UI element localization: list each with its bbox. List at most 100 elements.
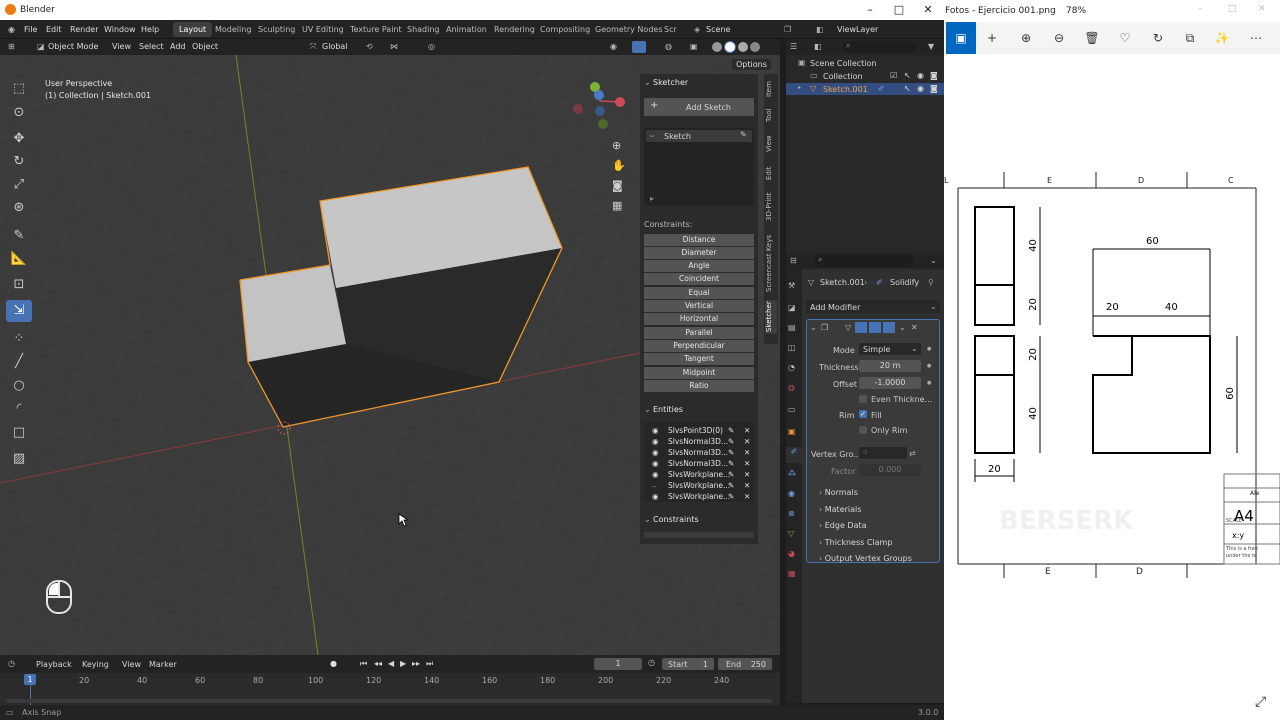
properties-editor-icon[interactable]: ⊟ [790, 256, 797, 265]
midpoint-constraint-button[interactable]: Midpoint [644, 367, 754, 379]
remove-modifier-icon[interactable]: ✕ [911, 323, 918, 332]
expand-arrow-icon[interactable]: ▸ [798, 84, 801, 91]
outliner-row-collection[interactable]: ▭ Collection ☑ ↖ ◉ ◙ [786, 70, 944, 82]
horizontal-constraint-button[interactable]: Horizontal [644, 313, 754, 325]
options-dropdown[interactable]: Options [732, 59, 771, 70]
rotate-tool-icon[interactable]: ↻ [6, 151, 32, 173]
menu-edit[interactable]: Edit [46, 25, 62, 34]
overlay-icon[interactable]: ◍ [665, 42, 672, 51]
minimize-button[interactable]: – [1198, 4, 1203, 14]
pivot-icon[interactable]: ⟲ [366, 42, 373, 51]
close-button[interactable]: ✕ [918, 2, 938, 18]
even-thickness-checkbox[interactable] [859, 395, 867, 403]
tab-screencast-keys[interactable]: Screencast Keys [765, 230, 777, 296]
viewport-menu-view[interactable]: View [112, 42, 131, 51]
entity-row[interactable]: ◉ SlvsNormal3D... ✎ ✕ [652, 448, 758, 458]
cursor-tool-icon[interactable]: ⊙ [6, 102, 32, 124]
constraints-tab-icon[interactable]: ⊗ [788, 509, 795, 518]
subpanel-normals[interactable]: › Normals [819, 488, 939, 500]
eye-icon[interactable]: ◉ [652, 426, 659, 435]
tool-tab-icon[interactable]: ⚒ [788, 281, 795, 290]
more-icon[interactable]: ⋯ [1248, 30, 1264, 46]
ortho-toggle-icon[interactable]: ▦ [612, 199, 622, 212]
tab-3d-print[interactable]: 3D-Print [765, 190, 777, 224]
editor-type-icon[interactable]: ⊞ [8, 42, 15, 51]
viewport-toggle-icon[interactable] [869, 322, 881, 333]
outliner-search-input[interactable]: ⌕ [842, 41, 916, 53]
properties-search-input[interactable]: ⌕ [814, 255, 914, 267]
object-mode-dropdown[interactable]: Object Mode [48, 42, 98, 51]
delete-icon[interactable]: 🗑 [1084, 30, 1100, 46]
gizmo-toggle-button[interactable] [632, 41, 646, 53]
entity-row[interactable]: ◉ SlvsPoint3D(0) ✎ ✕ [652, 426, 758, 436]
checkbox-icon[interactable]: ☑ [890, 71, 897, 80]
edit-icon[interactable]: ✎ [728, 459, 734, 468]
tab-modeling[interactable]: Modeling [209, 22, 257, 37]
select-arrow-icon[interactable]: ↖ [904, 71, 911, 80]
delete-icon[interactable]: ✕ [744, 459, 750, 468]
eye-icon[interactable]: ◉ [917, 84, 924, 93]
tab-geometry-nodes[interactable]: Geometry Nodes [589, 22, 668, 37]
subpanel-edge-data[interactable]: › Edge Data [819, 521, 939, 533]
delete-icon[interactable]: ✕ [744, 470, 750, 479]
eye-icon[interactable]: ◉ [652, 459, 659, 468]
tab-rendering[interactable]: Rendering [488, 22, 541, 37]
zoom-out-icon[interactable]: ⊖ [1051, 30, 1067, 46]
world-tab-icon[interactable]: ◍ [788, 383, 795, 392]
fill-checkbox[interactable]: ✓ [859, 410, 867, 418]
entity-row[interactable]: ⌣ SlvsWorkplane... ✎ ✕ [652, 481, 758, 491]
zoom-in-icon[interactable]: ⊕ [1018, 30, 1034, 46]
edit-icon[interactable]: ✎ [728, 437, 734, 446]
object-tab-icon[interactable]: ▣ [788, 427, 796, 436]
menu-window[interactable]: Window [104, 25, 136, 34]
tab-edit[interactable]: Edit [765, 162, 777, 184]
start-frame-field[interactable]: Start 1 [662, 658, 714, 670]
panel-collapse-icon[interactable]: ⌄ [644, 78, 651, 87]
outliner-row-scene-collection[interactable]: ▣ Scene Collection [786, 57, 944, 69]
blender-menu-icon[interactable]: ◉ [8, 25, 15, 34]
maximize-button[interactable]: □ [889, 2, 909, 18]
view-layer-tab-icon[interactable]: ◫ [788, 343, 796, 352]
ratio-constraint-button[interactable]: Ratio [644, 380, 754, 392]
data-tab-icon[interactable]: ▽ [788, 529, 794, 538]
eye-closed-icon[interactable]: ⌣ [652, 481, 657, 491]
edit-mode-toggle-icon[interactable]: ▽ [845, 323, 851, 332]
display-mode-icon[interactable]: ◧ [814, 42, 822, 51]
output-tab-icon[interactable]: ▤ [788, 323, 796, 332]
maximize-button[interactable]: □ [1228, 4, 1237, 14]
eye-icon[interactable]: ◉ [652, 448, 659, 457]
expand-fullscreen-icon[interactable]: ⤢ [1255, 694, 1266, 710]
angle-constraint-button[interactable]: Angle [644, 260, 754, 272]
mode-dropdown[interactable]: Simple ⌄ [859, 343, 921, 355]
timeline-menu-view[interactable]: View [122, 660, 141, 669]
edit-icon[interactable]: ✎ [728, 481, 734, 490]
eye-icon[interactable]: ◉ [652, 492, 659, 501]
tab-tool[interactable]: Tool [765, 104, 777, 126]
end-frame-field[interactable]: End 250 [718, 658, 772, 670]
collection-tab-icon[interactable]: ▭ [788, 405, 796, 414]
edit-sketch-icon[interactable]: ✎ [740, 130, 747, 139]
outliner-row-sketch[interactable]: ▸ ▽ Sketch.001 ✐ ↖ ◉ ◙ [786, 83, 944, 95]
viewport-menu-select[interactable]: Select [139, 42, 164, 51]
tab-sculpting[interactable]: Sculpting [252, 22, 301, 37]
tab-view[interactable]: View [765, 132, 777, 156]
shading-wireframe-icon[interactable] [712, 42, 722, 52]
timeline-menu-playback[interactable]: Playback [36, 660, 72, 669]
visibility-icon[interactable]: ◉ [610, 42, 617, 51]
constraints-collapse-icon[interactable]: ⌄ [644, 515, 651, 524]
on-cage-toggle-icon[interactable] [855, 322, 867, 333]
add-rectangle-tool-icon[interactable]: □ [6, 422, 32, 444]
scene-tab-icon[interactable]: ◔ [788, 363, 795, 372]
shading-rendered-icon[interactable] [750, 42, 760, 52]
menu-render[interactable]: Render [70, 25, 98, 34]
tab-uv-editing[interactable]: UV Editing [296, 22, 350, 37]
perpendicular-constraint-button[interactable]: Perpendicular [644, 340, 754, 352]
tab-shading[interactable]: Shading [401, 22, 446, 37]
chevron-down-icon[interactable]: ⌄ [930, 256, 937, 265]
scale-tool-icon[interactable]: ⤢ [6, 174, 32, 196]
edit-enhance-icon[interactable]: ✨ [1214, 30, 1230, 46]
timeline-scrollbar[interactable] [6, 699, 772, 703]
eye-icon[interactable]: ◉ [652, 470, 659, 479]
timeline-menu-marker[interactable]: Marker [149, 660, 177, 669]
pan-hand-icon[interactable]: ✋ [612, 159, 626, 172]
